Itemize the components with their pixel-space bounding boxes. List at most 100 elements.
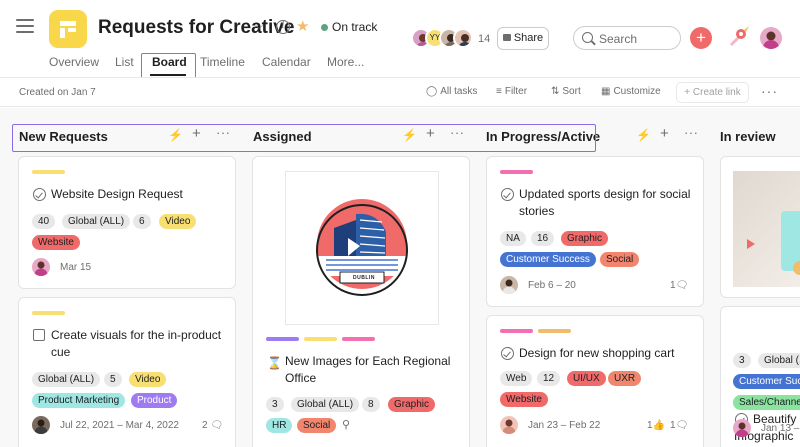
assignee-avatar[interactable] [500, 276, 518, 294]
more-options-icon[interactable]: ··· [761, 83, 778, 99]
create-link-button[interactable]: + Create link [676, 82, 749, 103]
task-title: Updated sports design for social stories [519, 187, 691, 218]
link-icon: + [684, 87, 693, 98]
all-tasks-button[interactable]: ◯ All tasks [426, 86, 477, 97]
tag-pill: UXR [608, 371, 642, 386]
column-menu-icon[interactable]: ··· [216, 125, 231, 140]
filter-label: Filter [504, 86, 528, 97]
customize-button[interactable]: ▦ Customize [601, 86, 661, 97]
play-icon[interactable] [747, 239, 755, 249]
add-task-icon[interactable]: + [192, 125, 201, 142]
column-title-in-review[interactable]: In review [720, 129, 776, 144]
hourglass-icon: ⌛ [267, 356, 282, 370]
tab-calendar[interactable]: Calendar [262, 55, 311, 69]
color-bar [32, 170, 65, 174]
column-title-in-progress[interactable]: In Progress/Active [486, 129, 600, 144]
tab-more[interactable]: More... [327, 55, 364, 69]
tag-pill: Web [500, 371, 533, 386]
sort-button[interactable]: ⇅ Sort [551, 86, 581, 97]
tab-overview[interactable]: Overview [49, 55, 99, 69]
tag-pill: 8 [362, 397, 380, 412]
task-card-new-images[interactable]: DUBLIN ⌛ New Images for Each Regional Of… [252, 156, 470, 447]
color-bar [500, 329, 533, 333]
column-menu-icon[interactable]: ··· [450, 125, 465, 140]
tag-pill: Product Marketing [32, 393, 126, 408]
complete-check-icon[interactable] [33, 188, 46, 201]
status-dot-icon [321, 24, 328, 31]
task-card-shopping-cart[interactable]: Design for new shopping cart Web 12 UI/U… [486, 315, 704, 447]
unicorn-icon[interactable] [726, 24, 752, 50]
date-range: Jan 13 – F [761, 423, 800, 434]
chevron-down-icon[interactable]: ⌵ [255, 20, 263, 33]
due-date: Mar 15 [60, 262, 92, 273]
tag-pill: Social [600, 252, 640, 267]
tab-timeline[interactable]: Timeline [200, 55, 245, 69]
info-icon[interactable]: i [276, 20, 290, 34]
hamburger-menu-icon[interactable] [16, 19, 34, 35]
user-avatar[interactable] [760, 27, 782, 49]
tab-board[interactable]: Board [152, 55, 187, 69]
search-icon [582, 32, 593, 43]
filter-button[interactable]: ≡ Filter [496, 86, 527, 97]
task-card-sports-design[interactable]: Updated sports design for social stories… [486, 156, 704, 307]
column-title-assigned[interactable]: Assigned [253, 129, 312, 144]
rules-bolt-icon[interactable]: ⚡ [636, 128, 651, 142]
search-input[interactable] [599, 31, 677, 46]
tag-pill: Global (... [758, 353, 800, 368]
task-card-review-video[interactable] [720, 156, 800, 298]
created-date: Created on Jan 7 [19, 87, 96, 98]
member-count[interactable]: 14 [478, 33, 490, 45]
image-caption: DUBLIN [353, 275, 375, 281]
tag-pill: Global (ALL) [62, 214, 131, 229]
tag-pill: Graphic [388, 397, 436, 412]
column-title-new-requests[interactable]: New Requests [19, 129, 108, 144]
tag-pill: Global (ALL) [32, 372, 101, 387]
all-tasks-label: All tasks [440, 86, 478, 97]
rules-bolt-icon[interactable]: ⚡ [402, 128, 417, 142]
comment-count[interactable]: 1🗨 [670, 420, 688, 431]
sort-label: Sort [562, 86, 581, 97]
search-box[interactable] [573, 26, 681, 50]
comment-count[interactable]: 2 🗨 [202, 420, 223, 431]
assignee-avatar[interactable] [32, 258, 50, 276]
assignee-avatar[interactable] [32, 416, 50, 434]
tag-pill: Graphic [561, 231, 609, 246]
approval-icon[interactable] [33, 329, 45, 341]
project-status[interactable]: On track [332, 20, 377, 34]
tag-pill: Customer Suc [733, 374, 800, 389]
tab-list[interactable]: List [115, 55, 134, 69]
create-link-label: Create link [692, 87, 741, 98]
task-title: Website Design Request [51, 187, 183, 201]
task-card-create-visuals[interactable]: Create visuals for the in-product cue Gl… [18, 297, 236, 447]
task-title: Create visuals for the in-product cue [51, 328, 222, 359]
add-task-icon[interactable]: + [660, 125, 669, 142]
thumbs-up-icon: 👍 [652, 420, 666, 431]
like-count[interactable]: 1👍 [647, 420, 665, 431]
kanban-board: New Requests ⚡ + ··· Assigned ⚡ + ··· In… [0, 108, 800, 447]
column-menu-icon[interactable]: ··· [684, 125, 699, 140]
task-card-website-design[interactable]: Website Design Request 40 Global (ALL) 6… [18, 156, 236, 289]
tag-pill: 5 [104, 372, 122, 387]
tag-pill: Website [500, 392, 548, 407]
complete-check-icon[interactable] [501, 188, 514, 201]
check-circle-icon: ◯ [426, 86, 438, 97]
color-bar [500, 170, 533, 174]
tag-pill: Sales/Channe [733, 395, 800, 410]
dublin-illustration [316, 199, 408, 296]
tag-pill: Customer Success [500, 252, 596, 267]
customize-label: Customize [613, 86, 661, 97]
comment-count[interactable]: 1🗨 [670, 280, 688, 291]
star-icon[interactable]: ★ [296, 17, 309, 35]
tag-pill: HR [266, 418, 293, 433]
comment-icon: 🗨 [675, 280, 689, 291]
add-task-icon[interactable]: + [426, 125, 435, 142]
rules-bolt-icon[interactable]: ⚡ [168, 128, 183, 142]
color-bar [266, 337, 299, 341]
tag-pill: Global (ALL) [291, 397, 360, 412]
share-button[interactable]: Share [497, 27, 549, 50]
tag-pill: 6 [133, 214, 151, 229]
assignee-avatar[interactable] [733, 419, 751, 437]
complete-check-icon[interactable] [501, 347, 514, 360]
quick-add-button[interactable]: + [690, 27, 712, 49]
assignee-avatar[interactable] [500, 416, 518, 434]
